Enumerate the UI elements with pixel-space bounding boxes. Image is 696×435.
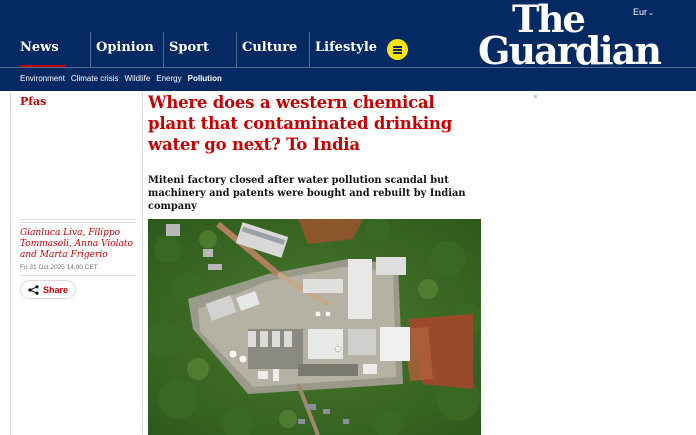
aerial-factory-photo[interactable] <box>148 219 481 435</box>
logo-guardian: Guardian <box>478 28 662 73</box>
subnav-energy[interactable]: Energy <box>156 71 181 87</box>
meta-rule-top <box>20 219 136 220</box>
byline[interactable]: Gianluca Liva, Filippo Tommasoli, Anna V… <box>20 228 138 261</box>
hamburger-menu-icon[interactable] <box>387 39 408 60</box>
meta-rule-top-2 <box>20 222 136 223</box>
headline: Where does a western chemical plant that… <box>148 93 453 154</box>
pillar-news[interactable]: News <box>20 32 65 68</box>
subnav: Environment Climate crisis Wildlife Ener… <box>20 71 222 87</box>
left-gutter-rule <box>10 91 11 435</box>
pillar-opinion[interactable]: Opinion <box>90 32 154 68</box>
guardian-logo[interactable]: The Guardian <box>478 1 662 73</box>
masthead: Eur⌄ The Guardian News Opinion Sport Cul… <box>0 0 696 91</box>
pillar-lifestyle[interactable]: Lifestyle <box>309 32 377 68</box>
pillar-culture[interactable]: Culture <box>236 32 297 68</box>
subnav-wildlife[interactable]: Wildlife <box>124 71 150 87</box>
share-icon <box>28 284 39 295</box>
dateline: Fri 31 Oct 2025 14.00 CET <box>20 264 98 271</box>
column-rule <box>142 91 143 435</box>
share-button[interactable]: Share <box>20 280 76 299</box>
subnav-environment[interactable]: Environment <box>20 71 65 87</box>
pillar-sport[interactable]: Sport <box>163 32 209 68</box>
subnav-climate-crisis[interactable]: Climate crisis <box>71 71 119 87</box>
meta-rule-bottom <box>20 275 136 276</box>
ad-slot-marker <box>534 95 537 98</box>
subnav-pollution[interactable]: Pollution <box>188 71 222 87</box>
section-kicker[interactable]: Pfas <box>20 95 46 108</box>
subnav-divider <box>0 67 696 68</box>
share-label: Share <box>43 284 69 295</box>
standfirst: Miteni factory closed after water pollut… <box>148 175 466 212</box>
